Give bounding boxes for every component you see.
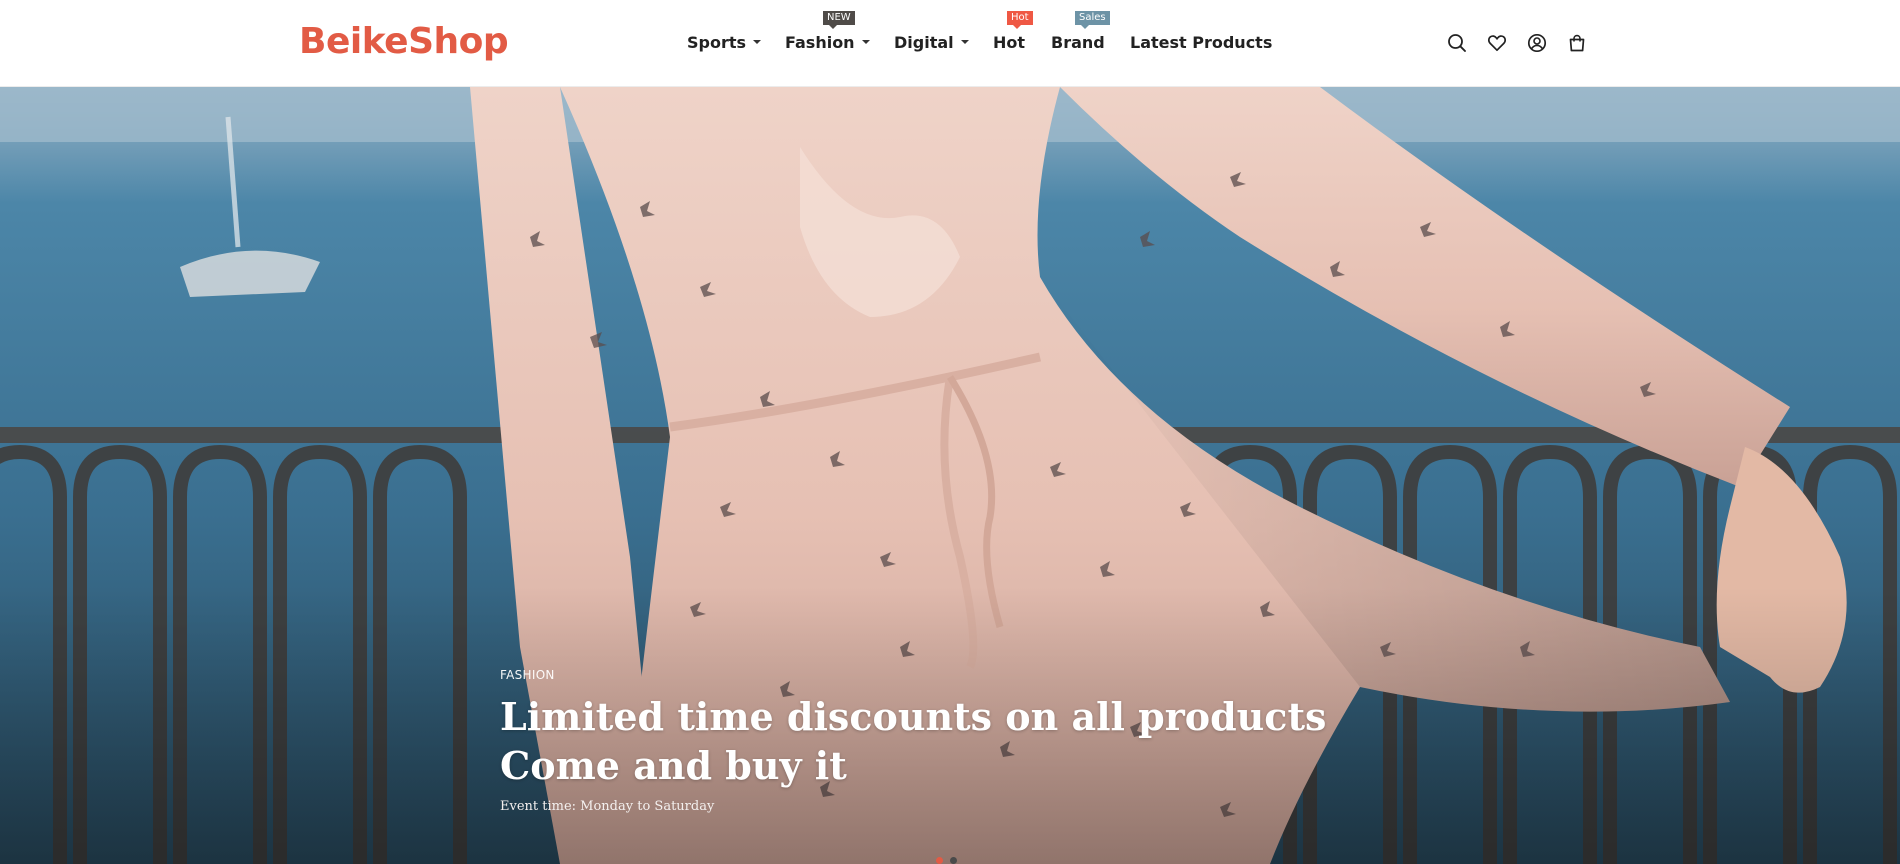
- search-icon[interactable]: [1444, 30, 1470, 56]
- nav-label-brand: Brand: [1051, 33, 1105, 52]
- nav-item-hot[interactable]: Hot Hot: [993, 11, 1033, 56]
- hero-subtitle: Event time: Monday to Saturday: [500, 799, 715, 814]
- chevron-down-icon: [960, 39, 969, 44]
- hero-title-line1: Limited time discounts on all products: [500, 694, 1327, 739]
- hero-title-line2: Come and buy it: [500, 743, 847, 788]
- nav-label-digital: Digital: [894, 33, 954, 52]
- hero-slider[interactable]: FASHION Limited time discounts on all pr…: [0, 87, 1900, 864]
- cart-icon[interactable]: [1564, 30, 1590, 56]
- slider-dot-2[interactable]: [950, 857, 957, 864]
- nav-item-sports[interactable]: Sports: [687, 30, 762, 56]
- chevron-down-icon: [753, 39, 762, 44]
- nav-item-fashion[interactable]: NEW Fashion: [785, 11, 870, 56]
- hot-badge: Hot: [1007, 11, 1033, 29]
- heart-icon[interactable]: [1484, 30, 1510, 56]
- nav-item-brand[interactable]: Sales Brand: [1051, 11, 1110, 56]
- main-nav: Sports NEW Fashion Digital Hot Hot Sales…: [0, 0, 1900, 87]
- nav-label-hot: Hot: [993, 33, 1026, 52]
- hero-caption: FASHION Limited time discounts on all pr…: [500, 667, 1400, 816]
- site-header: BeikeShop Sports NEW Fashion Digital Hot…: [0, 0, 1900, 87]
- hero-category: FASHION: [500, 668, 555, 682]
- nav-item-latest-products[interactable]: Latest Products: [1130, 30, 1272, 56]
- new-badge: NEW: [823, 11, 855, 29]
- sales-badge: Sales: [1075, 11, 1110, 29]
- nav-label-latest-products: Latest Products: [1130, 33, 1273, 52]
- slider-dot-1[interactable]: [936, 857, 943, 864]
- nav-item-digital[interactable]: Digital: [894, 30, 969, 56]
- nav-label-sports: Sports: [687, 33, 747, 52]
- hero-title: Limited time discounts on all products C…: [500, 692, 1400, 790]
- nav-label-fashion: Fashion: [785, 33, 855, 52]
- chevron-down-icon: [861, 39, 870, 44]
- account-icon[interactable]: [1524, 30, 1550, 56]
